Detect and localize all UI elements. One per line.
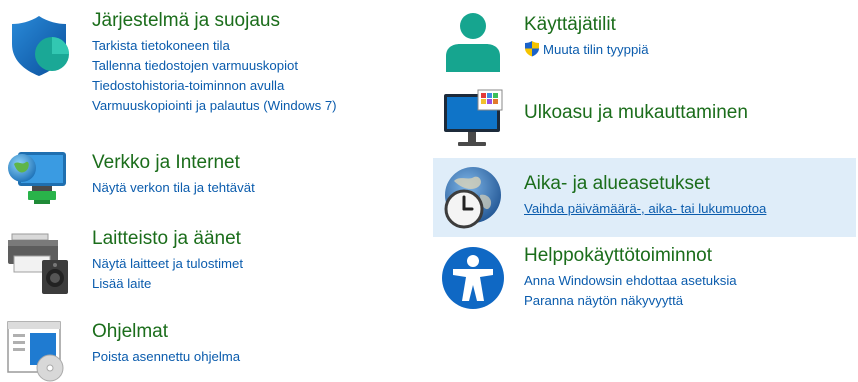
accessibility-icon[interactable] — [440, 245, 506, 311]
appearance-title[interactable]: Ulkoasu ja mukauttaminen — [524, 101, 748, 125]
printer-speaker-icon[interactable] — [6, 230, 72, 296]
programs-icon[interactable] — [6, 316, 72, 382]
change-account-type-link[interactable]: Muuta tilin tyyppiä — [524, 40, 649, 60]
shield-icon[interactable] — [6, 12, 72, 78]
optimize-visual-display-link[interactable]: Paranna näytön näkyvyyttä — [524, 291, 737, 311]
user-account-icon[interactable] — [440, 10, 506, 76]
system-security-title[interactable]: Järjestelmä ja suojaus — [92, 9, 337, 33]
hardware-title[interactable]: Laitteisto ja äänet — [92, 227, 243, 251]
view-network-status-link[interactable]: Näytä verkon tila ja tehtävät — [92, 178, 255, 198]
check-computer-status-link[interactable]: Tarkista tietokoneen tila — [92, 36, 337, 56]
let-windows-suggest-link[interactable]: Anna Windowsin ehdottaa asetuksia — [524, 271, 737, 291]
file-history-link[interactable]: Tiedostohistoria-toiminnon avulla — [92, 76, 337, 96]
uac-shield-icon — [525, 41, 539, 57]
network-globe-icon[interactable] — [6, 144, 72, 210]
add-device-link[interactable]: Lisää laite — [92, 274, 243, 294]
save-backup-copies-link[interactable]: Tallenna tiedostojen varmuuskopiot — [92, 56, 337, 76]
clock-globe-icon[interactable] — [440, 165, 506, 231]
ease-of-access-title[interactable]: Helppokäyttötoiminnot — [524, 244, 737, 268]
uninstall-program-link[interactable]: Poista asennettu ohjelma — [92, 347, 240, 367]
programs-title[interactable]: Ohjelmat — [92, 320, 240, 344]
backup-restore-link[interactable]: Varmuuskopiointi ja palautus (Windows 7) — [92, 96, 337, 116]
change-account-type-label: Muuta tilin tyyppiä — [543, 42, 649, 57]
user-accounts-title[interactable]: Käyttäjätilit — [524, 13, 649, 37]
view-devices-printers-link[interactable]: Näytä laitteet ja tulostimet — [92, 254, 243, 274]
network-title[interactable]: Verkko ja Internet — [92, 151, 255, 175]
clock-region-title[interactable]: Aika- ja alueasetukset — [524, 172, 766, 196]
change-date-time-format-link[interactable]: Vaihda päivämäärä-, aika- tai lukumuotoa — [524, 199, 766, 219]
display-personalize-icon[interactable] — [440, 88, 506, 154]
